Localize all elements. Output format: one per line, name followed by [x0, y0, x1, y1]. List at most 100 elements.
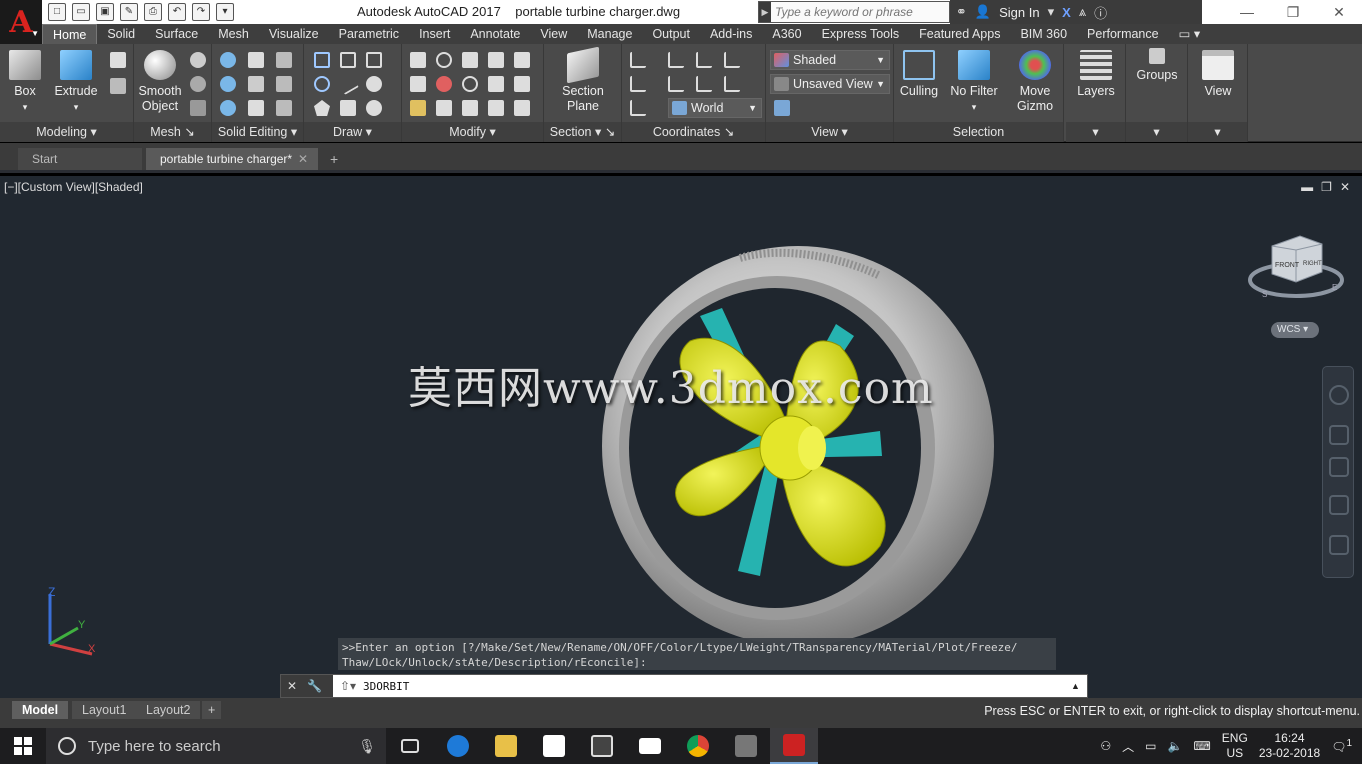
chevron-down-icon[interactable]: ▾: [1048, 4, 1055, 20]
mail-app[interactable]: [626, 728, 674, 764]
autodesk-a360-icon[interactable]: ⩓: [1079, 4, 1086, 20]
panel-title-solid-editing[interactable]: Solid Editing ▾: [212, 122, 303, 142]
media-app[interactable]: [722, 728, 770, 764]
ucs-icon[interactable]: [630, 52, 646, 68]
tab-output[interactable]: Output: [642, 24, 700, 44]
rotate-icon[interactable]: [462, 76, 478, 92]
command-input[interactable]: [363, 676, 1071, 696]
layout-tab-layout2[interactable]: Layout2: [136, 701, 201, 719]
panel-title-mesh[interactable]: Mesh ↘: [134, 122, 211, 142]
steering-wheel-icon[interactable]: [1329, 385, 1349, 405]
loft-icon[interactable]: [340, 52, 356, 68]
viewcube-right-face[interactable]: RIGHT: [1303, 261, 1322, 267]
expand-search-icon[interactable]: ▶: [759, 7, 771, 18]
close-icon[interactable]: ✕: [298, 148, 308, 170]
layout-tab-model[interactable]: Model: [12, 701, 69, 719]
smooth-more-icon[interactable]: [190, 52, 206, 68]
new-file-icon[interactable]: □: [48, 3, 66, 21]
ucs-3point-icon[interactable]: [724, 76, 740, 92]
visual-style-dropdown[interactable]: Shaded ▼: [770, 50, 890, 70]
no-filter-button[interactable]: No Filter ▾: [948, 50, 1000, 115]
refine-mesh-icon[interactable]: [190, 100, 206, 116]
viewcube-front-face[interactable]: FRONT: [1275, 262, 1300, 269]
microphone-icon[interactable]: 🎙: [358, 738, 376, 755]
task-view-button[interactable]: [386, 728, 434, 764]
autocad-app[interactable]: [770, 728, 818, 764]
video-editor-app[interactable]: [578, 728, 626, 764]
smooth-object-button[interactable]: Smooth Object: [136, 50, 184, 114]
tab-solid[interactable]: Solid: [97, 24, 145, 44]
ucs-previous-icon[interactable]: [668, 76, 684, 92]
ucs-y-icon[interactable]: [724, 52, 740, 68]
pan-hand-icon[interactable]: [1329, 425, 1349, 445]
file-tab-document[interactable]: portable turbine charger* ✕: [146, 148, 318, 170]
restore-icon[interactable]: ❐: [1270, 0, 1316, 24]
viewport-config-icon[interactable]: [774, 100, 790, 116]
sign-in-link[interactable]: Sign In: [999, 5, 1039, 20]
scale-icon[interactable]: [462, 100, 478, 116]
viewcube[interactable]: FRONT RIGHT S E: [1248, 235, 1344, 299]
command-prompt-icon[interactable]: ⇧▾: [333, 679, 363, 693]
ucs-dropdown[interactable]: World ▼: [668, 98, 762, 118]
move-icon[interactable]: [462, 52, 478, 68]
tab-view[interactable]: View: [530, 24, 577, 44]
panel-title-view[interactable]: View ▾: [766, 122, 893, 142]
circle-icon[interactable]: [366, 76, 382, 92]
tab-home[interactable]: Home: [42, 24, 98, 44]
sweep-icon[interactable]: [314, 52, 330, 68]
redo-icon[interactable]: ↷: [192, 3, 210, 21]
tab-parametric[interactable]: Parametric: [329, 24, 409, 44]
stretch-icon[interactable]: [436, 100, 452, 116]
3d-mirror-icon[interactable]: [436, 76, 452, 92]
tab-a360[interactable]: A360: [762, 24, 811, 44]
zoom-icon[interactable]: [1329, 457, 1349, 477]
fillet-edge-icon[interactable]: [410, 52, 426, 68]
wcs-menu[interactable]: WCS ▾: [1271, 322, 1319, 338]
save-as-icon[interactable]: ✎: [120, 3, 138, 21]
extrude-faces-icon[interactable]: [276, 52, 292, 68]
chamfer-icon[interactable]: [514, 76, 530, 92]
erase-icon[interactable]: [410, 100, 426, 116]
tab-add-ins[interactable]: Add-ins: [700, 24, 762, 44]
rectangle-icon[interactable]: [340, 100, 356, 116]
array-icon[interactable]: [514, 100, 530, 116]
tab-visualize[interactable]: Visualize: [259, 24, 329, 44]
taskbar-search[interactable]: Type here to search 🎙: [46, 728, 386, 764]
groups-button[interactable]: Groups: [1134, 48, 1180, 83]
customize-qat-icon[interactable]: ▾: [216, 3, 234, 21]
extrude-button[interactable]: Extrude ▾: [52, 50, 100, 115]
3d-align-icon[interactable]: [410, 76, 426, 92]
culling-button[interactable]: Culling: [898, 50, 940, 99]
ucs-x-icon[interactable]: [696, 52, 712, 68]
panel-title-modeling[interactable]: Modeling ▾: [0, 122, 133, 142]
named-view-dropdown[interactable]: Unsaved View ▼: [770, 74, 890, 94]
spline-icon[interactable]: [314, 76, 330, 92]
polysolid-icon[interactable]: [110, 52, 126, 68]
interfere-icon[interactable]: [248, 100, 264, 116]
help-icon[interactable]: ⓘ: [1094, 3, 1107, 22]
undo-icon[interactable]: ↶: [168, 3, 186, 21]
notifications-icon[interactable]: 🗨1: [1331, 738, 1352, 754]
extract-edges-icon[interactable]: [248, 52, 264, 68]
keyboard-icon[interactable]: ⌨: [1193, 739, 1210, 753]
slice-icon[interactable]: [248, 76, 264, 92]
compass-east[interactable]: E: [1332, 283, 1337, 292]
start-button[interactable]: [0, 728, 46, 764]
open-folder-icon[interactable]: ▭: [72, 3, 90, 21]
section-plane-button[interactable]: Section Plane: [556, 46, 610, 114]
view-expand[interactable]: ▾: [1188, 122, 1247, 142]
tab-surface[interactable]: Surface: [145, 24, 208, 44]
showmotion-icon[interactable]: [1329, 535, 1349, 555]
close-icon[interactable]: ✕: [287, 679, 297, 693]
people-icon[interactable]: ⚇: [1100, 739, 1111, 753]
3d-rotate-icon[interactable]: [436, 52, 452, 68]
view-button[interactable]: View: [1196, 50, 1240, 99]
shell-icon[interactable]: [276, 100, 292, 116]
ribbon-options-button[interactable]: ▭ ▾: [1169, 24, 1211, 44]
union-icon[interactable]: [220, 52, 236, 68]
box-button[interactable]: Box ▾: [6, 50, 44, 115]
tab-insert[interactable]: Insert: [409, 24, 460, 44]
tab-annotate[interactable]: Annotate: [460, 24, 530, 44]
drawing-viewport[interactable]: [−][Custom View][Shaded] ▬ ❐ ✕ Z Y X FRO…: [0, 176, 1362, 698]
polyline-icon[interactable]: [366, 52, 382, 68]
